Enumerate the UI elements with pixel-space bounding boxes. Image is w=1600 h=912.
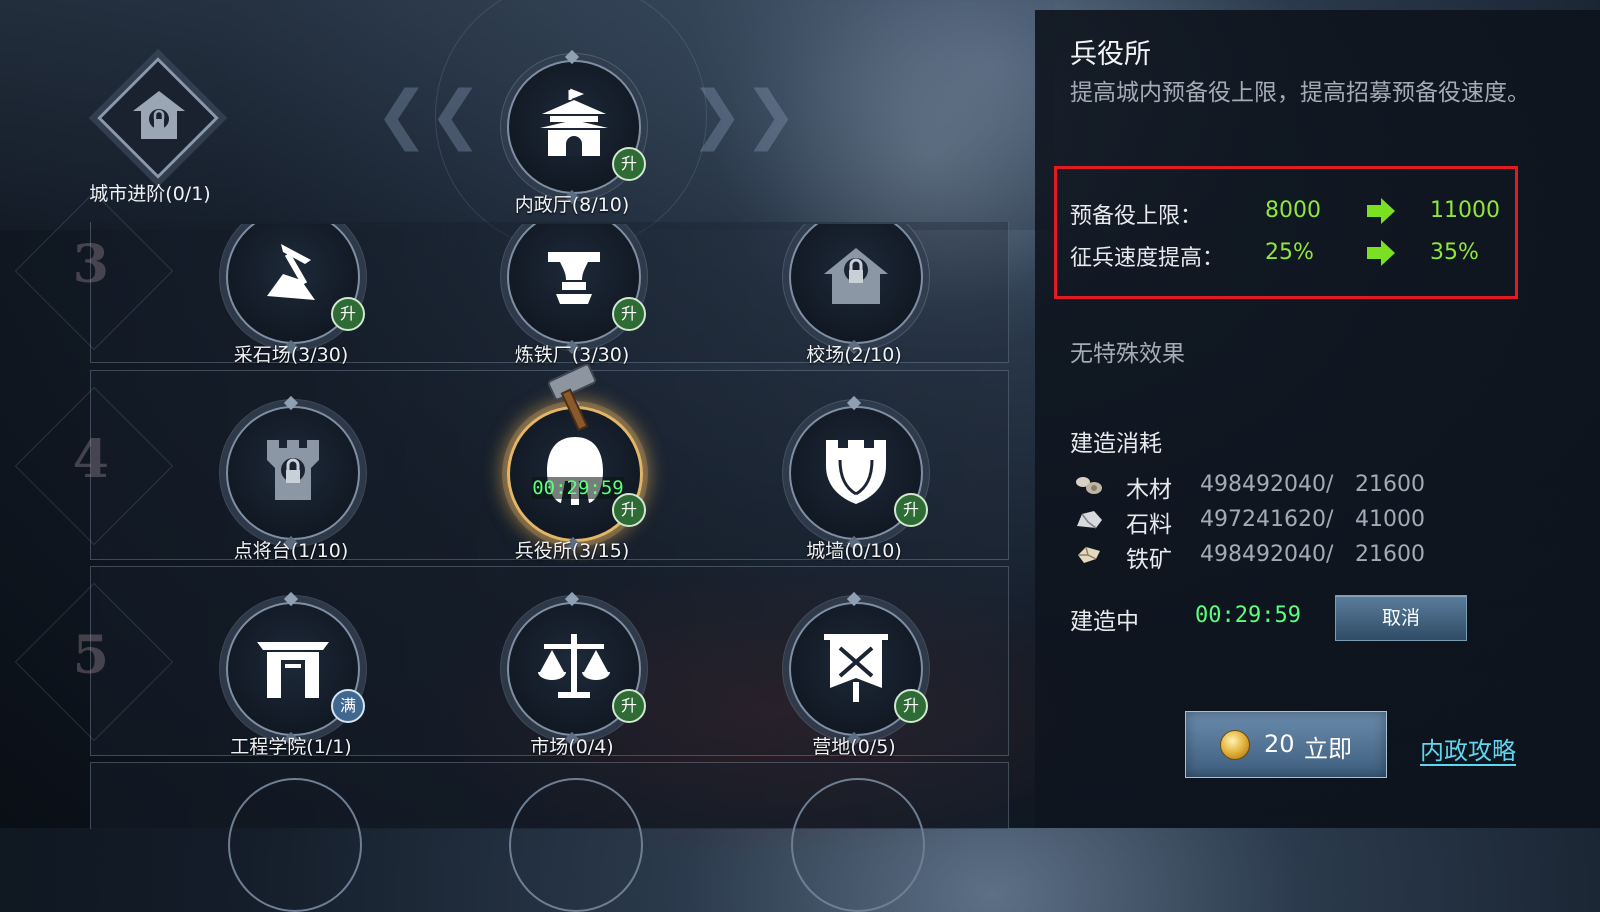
locked-house-icon [824,248,888,304]
building-label: 点将台(1/10) [233,540,349,562]
barracks-node-selected[interactable]: 00:29:59 升 兵役所(3/15) [482,364,662,564]
stat-current: 8000 [1265,198,1321,223]
locked-pagoda-icon [133,91,185,139]
building-label: 采石场(3/30) [233,344,349,366]
banner-swords-icon [824,634,888,702]
cancel-button[interactable]: 取消 [1335,595,1467,641]
building-node[interactable]: 升 市场(0/4) [482,580,662,760]
cost-need: 41000 [1355,507,1425,532]
row-number: 3 [72,233,109,295]
building-node[interactable]: 满 工程学院(1/1) [201,580,381,760]
build-timer: 00:29:59 [532,477,624,499]
stat-label: 预备役上限： [1070,204,1203,229]
iron-ore-icon [1078,546,1100,563]
cost-need: 21600 [1355,542,1425,567]
special-effect-text: 无特殊效果 [1070,341,1185,367]
gold-coin-icon [1220,730,1250,760]
spartan-helmet-icon [547,437,603,505]
cost-have: 497241620 [1200,507,1326,532]
detail-panel [1035,10,1600,828]
stat-current: 25% [1265,240,1314,265]
building-ring [226,406,360,540]
pickaxe-rock-icon [267,244,315,300]
stats-highlight-box [1054,166,1518,299]
city-advance-node[interactable]: 城市进阶(0/1) [60,55,240,215]
cost-have: 498492040 [1200,472,1326,497]
building-label: 城墙(0/10) [806,540,902,562]
arrow-right-icon [1367,240,1395,266]
arrow-right-icon [1367,198,1395,224]
stat-label: 征兵速度提高： [1070,246,1225,271]
building-label: 市场(0/4) [530,736,614,758]
wood-icon [1076,477,1102,494]
guide-link[interactable]: 内政攻略 [1420,738,1516,766]
building-label: 兵役所(3/15) [514,540,630,562]
building-label: 校场(2/10) [806,344,902,366]
cost-name: 铁矿 [1126,547,1172,573]
upgrade-badge: 升 [612,297,646,331]
cost-need: 21600 [1355,472,1425,497]
building-label: 营地(0/5) [812,736,896,758]
building-ring-clipped [228,778,362,912]
max-level-badge: 满 [331,689,365,723]
wall-shield-icon [826,440,886,504]
instant-cost: 20 [1264,730,1295,758]
building-ring [789,224,923,344]
stat-next: 35% [1430,240,1479,265]
gate-icon [257,642,329,698]
building-ring-clipped [509,778,643,912]
upgrade-badge: 升 [612,147,646,181]
detail-description: 提高城内预备役上限，提高招募预备役速度。 [1070,80,1530,106]
instant-finish-button[interactable]: 20 立即 [1185,711,1387,778]
building-label: 工程学院(1/1) [230,736,352,758]
detail-title: 兵役所 [1070,39,1151,70]
row-number: 4 [72,428,109,490]
cost-separator: / [1326,542,1334,567]
upgrade-badge: 升 [894,689,928,723]
building-node[interactable]: 升 城墙(0/10) [764,384,944,564]
cost-separator: / [1326,472,1334,497]
upgrade-badge: 升 [612,493,646,527]
building-label: 炼铁厂(3/30) [514,344,630,366]
anvil-icon [548,252,600,304]
left-chevron-deco-icon: ❮❮ [375,78,483,152]
cost-separator: / [1326,507,1334,532]
cost-name: 石料 [1126,512,1172,538]
interior-hall-label: 内政厅(8/10) [514,194,630,216]
hammer-icon [547,364,597,432]
row-number: 5 [72,624,109,686]
stone-icon [1077,511,1102,529]
upgrade-badge: 升 [612,689,646,723]
scales-icon [538,634,610,698]
building-timer: 00:29:59 [1195,603,1301,628]
building-node[interactable]: 升 营地(0/5) [764,580,944,760]
cost-have: 498492040 [1200,542,1326,567]
upgrade-badge: 升 [331,297,365,331]
building-ring-clipped [791,778,925,912]
stat-next: 11000 [1430,198,1500,223]
instant-label: 立即 [1304,735,1352,763]
interior-hall-node[interactable]: 升 内政厅(8/10) [482,38,662,218]
building-status: 建造中 [1070,609,1139,635]
building-node[interactable]: 点将台(1/10) [201,384,381,564]
upgrade-badge: 升 [894,493,928,527]
cost-title: 建造消耗 [1070,431,1162,457]
right-chevron-deco-icon: ❯❯ [690,78,798,152]
locked-tower-icon [267,440,319,500]
cost-name: 木材 [1126,477,1172,503]
palace-icon [540,88,608,156]
